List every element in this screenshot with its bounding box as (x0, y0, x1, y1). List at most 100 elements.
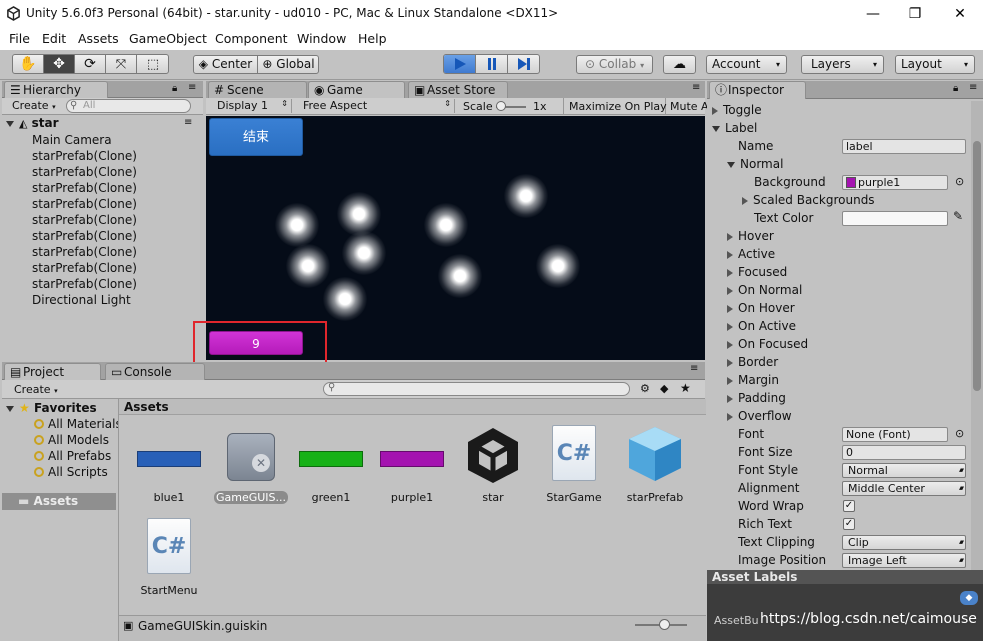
tab-game[interactable]: ◉ Game (308, 81, 405, 98)
label-filter-icon[interactable]: ◆ (660, 382, 668, 395)
favorite-star-icon[interactable]: ★ (680, 381, 691, 395)
move-tool-button[interactable]: ✥ (44, 55, 75, 73)
toggle-foldout[interactable]: Toggle (712, 103, 762, 117)
on-normal-foldout[interactable]: On Normal (727, 283, 802, 297)
menu-window[interactable]: Window (297, 31, 346, 46)
layers-dropdown[interactable]: Layers ▾ (801, 55, 884, 74)
hierarchy-create-button[interactable]: Create ▾ (12, 99, 56, 112)
rotate-tool-button[interactable]: ⟳ (75, 55, 106, 73)
scale-tool-button[interactable]: ⤧ (106, 55, 137, 73)
scale-slider-thumb[interactable] (496, 101, 506, 111)
favorites-item[interactable]: All Models (34, 433, 109, 447)
margin-foldout[interactable]: Margin (727, 373, 779, 387)
layout-dropdown[interactable]: Layout ▾ (895, 55, 975, 74)
overflow-foldout[interactable]: Overflow (727, 409, 792, 423)
menu-gameobject[interactable]: GameObject (129, 31, 207, 46)
scrollbar-thumb[interactable] (973, 141, 981, 391)
cloud-button[interactable]: ☁ (663, 55, 696, 74)
text-color-field[interactable] (842, 211, 948, 226)
icon-size-slider-thumb[interactable] (659, 619, 670, 630)
play-button[interactable] (444, 55, 476, 73)
tab-asset-store[interactable]: ▣ Asset Store (408, 81, 508, 98)
rich-text-checkbox[interactable]: ✓ (843, 518, 855, 530)
border-foldout[interactable]: Border (727, 355, 778, 369)
tag-icon[interactable]: ◆ (960, 591, 978, 605)
hierarchy-item[interactable]: starPrefab(Clone) (32, 149, 137, 163)
favorites-item[interactable]: All Prefabs (34, 449, 111, 463)
hierarchy-item[interactable]: Directional Light (32, 293, 131, 307)
account-dropdown[interactable]: Account ▾ (706, 55, 787, 74)
filter-type-icon[interactable]: ⚙ (640, 382, 650, 395)
name-field[interactable]: label (842, 139, 966, 154)
hierarchy-item[interactable]: starPrefab(Clone) (32, 165, 137, 179)
menu-assets[interactable]: Assets (78, 31, 119, 46)
hierarchy-item[interactable]: Main Camera (32, 133, 112, 147)
object-picker-icon[interactable]: ⊙ (955, 427, 964, 440)
panel-menu-icon[interactable]: ≡ (690, 363, 698, 374)
step-button[interactable] (508, 55, 539, 73)
minimize-button[interactable]: — (858, 4, 888, 24)
menu-edit[interactable]: Edit (42, 31, 66, 46)
panel-menu-icon[interactable]: ≡ (969, 82, 977, 93)
text-clipping-dropdown[interactable]: Clip (842, 535, 966, 550)
collab-dropdown[interactable]: ⊙ Collab ▾ (576, 55, 653, 74)
display-dropdown[interactable]: Display 1 ⇕ (209, 99, 292, 113)
object-picker-icon[interactable]: ⊙ (955, 175, 964, 188)
maximize-button[interactable]: ❐ (900, 4, 930, 24)
favorites-item[interactable]: All Scripts (34, 465, 108, 479)
scene-root[interactable]: ◭ star (6, 116, 59, 130)
hierarchy-item[interactable]: starPrefab(Clone) (32, 181, 137, 195)
project-search-input[interactable]: ⚲ (323, 382, 630, 396)
panel-menu-icon[interactable]: ≡ (188, 82, 196, 93)
favorites-item[interactable]: All Materials (34, 417, 122, 431)
end-button[interactable]: 结束 (209, 118, 303, 156)
on-hover-foldout[interactable]: On Hover (727, 301, 795, 315)
image-position-dropdown[interactable]: Image Left (842, 553, 966, 568)
hierarchy-item[interactable]: starPrefab(Clone) (32, 197, 137, 211)
hierarchy-item[interactable]: starPrefab(Clone) (32, 229, 137, 243)
tab-inspector[interactable]: ⓘ Inspector (709, 81, 806, 99)
scaled-backgrounds-foldout[interactable]: Scaled Backgrounds (742, 193, 875, 207)
maximize-on-play-toggle[interactable]: Maximize On Play (563, 98, 667, 115)
focused-foldout[interactable]: Focused (727, 265, 787, 279)
assets-root-item[interactable]: ▬ Assets (2, 493, 116, 510)
on-active-foldout[interactable]: On Active (727, 319, 796, 333)
hierarchy-item[interactable]: starPrefab(Clone) (32, 277, 137, 291)
eyedropper-icon[interactable]: ✎ (953, 209, 963, 223)
lock-icon[interactable]: 🔒︎ (172, 83, 177, 94)
hierarchy-item[interactable]: starPrefab(Clone) (32, 261, 137, 275)
hierarchy-search-input[interactable]: ⚲ All (66, 99, 191, 113)
panel-menu-icon[interactable]: ≡ (692, 82, 700, 93)
menu-help[interactable]: Help (358, 31, 387, 46)
hierarchy-item[interactable]: starPrefab(Clone) (32, 213, 137, 227)
background-field[interactable]: purple1 (842, 175, 948, 190)
global-button[interactable]: ⊕ Global (258, 56, 318, 73)
font-size-field[interactable]: 0 (842, 445, 966, 460)
close-button[interactable]: ✕ (945, 4, 975, 24)
tab-project[interactable]: ▤ Project (4, 363, 101, 380)
label-foldout[interactable]: Label (712, 121, 757, 135)
pause-button[interactable] (476, 55, 508, 73)
tab-scene[interactable]: # Scene (208, 81, 307, 98)
padding-foldout[interactable]: Padding (727, 391, 786, 405)
menu-component[interactable]: Component (215, 31, 288, 46)
aspect-dropdown[interactable]: Free Aspect ⇕ (298, 99, 455, 113)
menu-file[interactable]: File (9, 31, 30, 46)
active-foldout[interactable]: Active (727, 247, 775, 261)
font-field[interactable]: None (Font) (842, 427, 948, 442)
on-focused-foldout[interactable]: On Focused (727, 337, 808, 351)
word-wrap-checkbox[interactable]: ✓ (843, 500, 855, 512)
inspector-scrollbar[interactable] (971, 101, 983, 571)
normal-foldout[interactable]: Normal (727, 157, 783, 171)
rect-tool-button[interactable]: ⬚ (137, 55, 168, 73)
tab-console[interactable]: ▭ Console (105, 363, 205, 380)
mute-audio-toggle[interactable]: Mute A (670, 100, 709, 113)
alignment-dropdown[interactable]: Middle Center (842, 481, 966, 496)
hand-tool-button[interactable]: ✋ (13, 55, 44, 73)
tab-hierarchy[interactable]: ☰ Hierarchy (4, 81, 108, 98)
hover-foldout[interactable]: Hover (727, 229, 774, 243)
project-create-button[interactable]: Create ▾ (14, 383, 58, 396)
font-style-dropdown[interactable]: Normal (842, 463, 966, 478)
hierarchy-item[interactable]: starPrefab(Clone) (32, 245, 137, 259)
lock-icon[interactable]: 🔒︎ (953, 83, 958, 94)
